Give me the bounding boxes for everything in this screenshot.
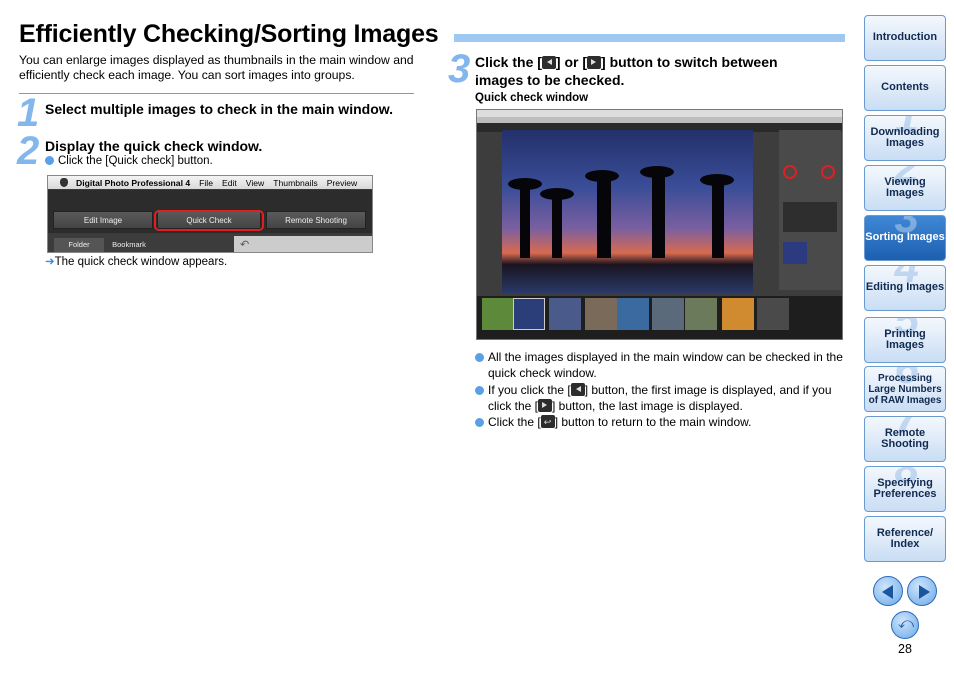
- sidebar-remote-shooting[interactable]: 7 Remote Shooting: [864, 416, 946, 462]
- note-3: Click the [] button to return to the mai…: [475, 415, 843, 431]
- quick-check-window-label: Quick check window: [475, 92, 589, 104]
- sidebar-editing-images[interactable]: 4 Editing Images: [864, 265, 946, 311]
- sidebar-printing-images[interactable]: 5 Printing Images: [864, 317, 946, 363]
- thumbnail: [652, 298, 684, 330]
- page-number: 28: [898, 642, 912, 656]
- qc-thumbnail-strip: [477, 296, 842, 339]
- sidebar-sorting-images[interactable]: 3 Sorting Images: [864, 215, 946, 261]
- qc-menubar: [477, 110, 842, 117]
- thumbnail: [685, 298, 717, 330]
- last-image-button-icon: [538, 398, 553, 412]
- bullet-dot-icon: [45, 156, 54, 165]
- quick-check-highlight: [154, 210, 264, 231]
- step-1-title: Select multiple images to check in the m…: [45, 101, 394, 117]
- step-2-bullet: Click the [Quick check] button.: [45, 154, 213, 169]
- apple-icon: [60, 178, 68, 187]
- step-2-title: Display the quick check window.: [45, 138, 263, 154]
- qc-side-panel: [779, 130, 841, 290]
- dpp-screenshot: Digital Photo Professional 4 File Edit V…: [47, 175, 373, 253]
- dpp-menu-edit: Edit: [221, 177, 237, 188]
- step-3-title: Click the [] or [] button to switch betw…: [475, 54, 778, 88]
- tree-silhouette: [585, 169, 619, 258]
- bullet-dot-icon: [475, 353, 484, 362]
- sidebar-contents[interactable]: Contents: [864, 65, 946, 111]
- arrow-icon: ➜: [45, 256, 55, 268]
- step-1-number: 1: [17, 91, 40, 135]
- thumbnail: [757, 298, 789, 330]
- step-2-result: ➜The quick check window appears.: [45, 256, 228, 268]
- previous-page-button[interactable]: [873, 576, 903, 606]
- tree-silhouette: [640, 165, 674, 258]
- first-image-button-icon: [570, 383, 585, 396]
- navigator-thumb: [783, 242, 807, 264]
- bullet-dot-icon: [475, 418, 484, 427]
- title-accent-bar: [454, 34, 845, 42]
- step-3-number: 3: [448, 47, 471, 91]
- return-page-button[interactable]: ⤺: [891, 611, 919, 639]
- sidebar-reference-index[interactable]: Reference/ Index: [864, 516, 946, 562]
- rotate-icon: ↶: [240, 239, 250, 251]
- prev-image-button-icon: [541, 56, 556, 69]
- dpp-menu-preview: Preview: [326, 177, 358, 188]
- next-image-button-icon: [587, 56, 602, 69]
- note-1: All the images displayed in the main win…: [475, 350, 843, 381]
- sidebar-introduction[interactable]: Introduction: [864, 15, 946, 61]
- sidebar-processing-raw[interactable]: 6 Processing Large Numbers of RAW Images: [864, 366, 946, 412]
- dpp-bookmark-tab: Bookmark: [112, 240, 146, 249]
- thumbnail: [585, 298, 617, 330]
- tree-silhouette: [540, 187, 574, 258]
- thumbnail: [482, 298, 514, 330]
- dpp-menu-view: View: [245, 177, 265, 188]
- dpp-folder-tab: Folder: [54, 238, 104, 252]
- step-2-number: 2: [17, 129, 40, 173]
- tree-silhouette: [700, 173, 734, 258]
- bullet-dot-icon: [475, 386, 484, 395]
- return-button-icon: [540, 415, 555, 431]
- dpp-menu-thumbnails: Thumbnails: [273, 177, 318, 188]
- prev-button-highlight: [783, 165, 797, 179]
- sidebar-viewing-images[interactable]: 2 Viewing Images: [864, 165, 946, 211]
- quick-check-window-screenshot: [476, 109, 843, 340]
- dpp-menubar: Digital Photo Professional 4 File Edit V…: [48, 176, 372, 189]
- next-button-highlight: [821, 165, 835, 179]
- dpp-app-name: Digital Photo Professional 4: [76, 177, 191, 188]
- thumbnail: [617, 298, 649, 330]
- dpp-edit-image-tab: Edit Image: [53, 211, 153, 229]
- sidebar-specifying-preferences[interactable]: 8 Specifying Preferences: [864, 466, 946, 512]
- dpp-tab-area: Edit Image Quick Check Remote Shooting: [48, 190, 372, 233]
- dpp-menu-file: File: [199, 177, 213, 188]
- intro-text: You can enlarge images displayed as thum…: [19, 53, 414, 82]
- thumbnail: [513, 298, 545, 330]
- page-title: Efficiently Checking/Sorting Images: [19, 20, 439, 48]
- dpp-right-panel: [234, 236, 372, 252]
- thumbnail: [549, 298, 581, 330]
- histogram: [783, 202, 837, 232]
- thumbnail: [722, 298, 754, 330]
- divider: [19, 93, 414, 94]
- next-page-button[interactable]: [907, 576, 937, 606]
- dpp-remote-shooting-tab: Remote Shooting: [266, 211, 366, 229]
- qc-main-image: [502, 130, 753, 294]
- sidebar-downloading-images[interactable]: 1 Downloading Images: [864, 115, 946, 161]
- note-2: If you click the [] button, the first im…: [475, 383, 843, 414]
- tree-silhouette: [508, 177, 542, 258]
- return-icon: ⤺: [898, 615, 915, 632]
